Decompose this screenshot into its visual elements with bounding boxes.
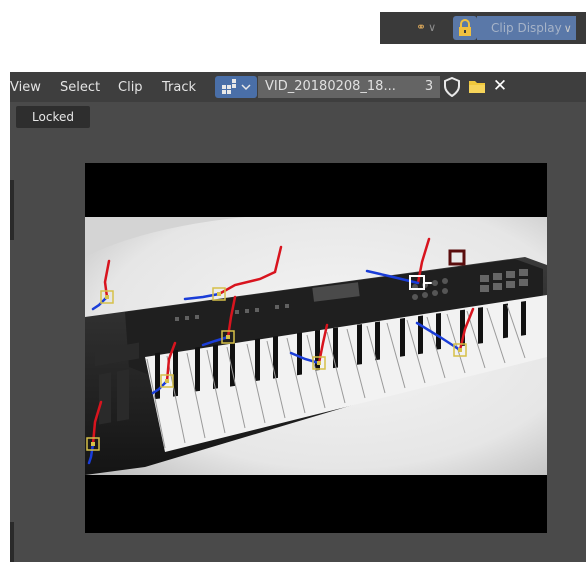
left-edge-handle[interactable] bbox=[10, 522, 14, 562]
menu-select[interactable]: Select bbox=[60, 80, 100, 95]
left-edge-handle[interactable] bbox=[10, 180, 14, 240]
editor-type-icon bbox=[222, 79, 251, 94]
folder-icon[interactable] bbox=[468, 79, 486, 94]
menu-track[interactable]: Track bbox=[162, 80, 196, 95]
lock-icon bbox=[459, 19, 471, 36]
locked-status-badge: Locked bbox=[16, 106, 90, 128]
link-icon: ⚭ bbox=[416, 20, 427, 34]
shield-icon[interactable] bbox=[443, 77, 461, 97]
clip-name-field[interactable]: VID_20180208_18... bbox=[258, 76, 418, 98]
clip-viewport[interactable] bbox=[85, 163, 547, 533]
clip-display-dropdown[interactable]: Clip Display ∨ bbox=[485, 16, 576, 40]
clip-display-label: Clip Display bbox=[491, 21, 562, 35]
clip-editor: View Select Clip Track VID_20180208_18..… bbox=[10, 72, 586, 562]
link-dropdown[interactable]: ⚭ ∨ bbox=[416, 20, 436, 34]
menu-clip[interactable]: Clip bbox=[118, 80, 143, 95]
editor-type-dropdown[interactable] bbox=[215, 76, 257, 98]
menu-view[interactable]: View bbox=[10, 80, 41, 95]
chevron-down-icon: ∨ bbox=[428, 21, 437, 34]
chevron-down-icon: ∨ bbox=[563, 22, 572, 35]
lock-toggle-button[interactable] bbox=[453, 16, 477, 40]
video-frame bbox=[85, 217, 547, 475]
close-icon[interactable]: ✕ bbox=[491, 77, 509, 95]
clip-display-header: ⚭ ∨ Clip Display ∨ bbox=[380, 12, 586, 44]
divider bbox=[477, 16, 485, 40]
clip-users-count: 3 bbox=[418, 76, 440, 98]
editor-header: View Select Clip Track VID_20180208_18..… bbox=[10, 72, 586, 102]
